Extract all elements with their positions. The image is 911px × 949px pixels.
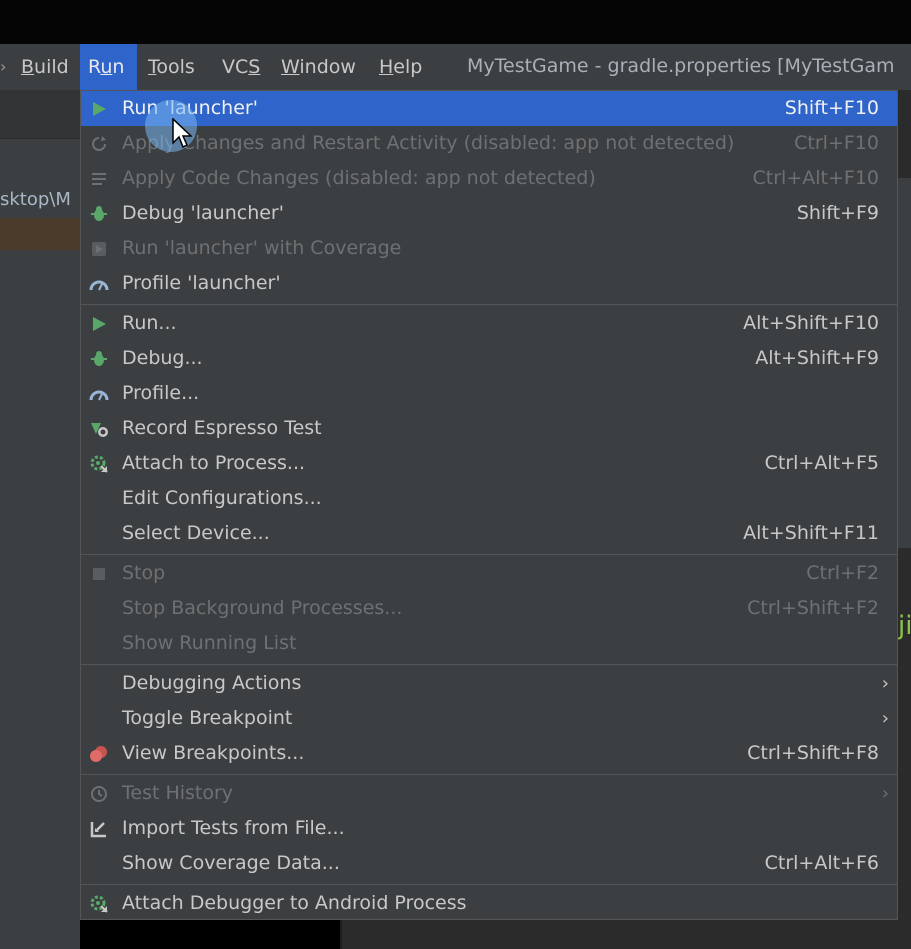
submenu-arrow-icon: › [881,783,889,804]
mouse-pointer-icon [172,118,193,149]
profile-icon [89,274,109,294]
menu-item-run-dots[interactable]: Run... Alt+Shift+F10 [81,306,897,341]
menu-item-stop-background[interactable]: Stop Background Processes... Ctrl+Shift+… [81,591,897,626]
bottom-editor-strip [340,920,911,949]
menu-separator [81,554,897,555]
menu-separator [81,304,897,305]
menu-item-debug-launcher[interactable]: Debug 'launcher' Shift+F9 [81,196,897,231]
submenu-arrow-icon: › [881,708,889,729]
menu-overflow-arrow: › [0,57,7,76]
menu-item-debug-dots[interactable]: Debug... Alt+Shift+F9 [81,341,897,376]
menu-help[interactable]: Help [371,44,430,90]
menu-item-select-device[interactable]: Select Device... Alt+Shift+F11 [81,516,897,551]
menu-item-show-coverage[interactable]: Show Coverage Data... Ctrl+Alt+F6 [81,846,897,881]
menu-item-attach-debugger[interactable]: Attach Debugger to Android Process [81,886,897,921]
menu-item-edit-configurations[interactable]: Edit Configurations... [81,481,897,516]
menu-item-attach-process[interactable]: Attach to Process... Ctrl+Alt+F5 [81,446,897,481]
profile-icon [89,384,109,404]
menu-item-toggle-breakpoint[interactable]: Toggle Breakpoint › [81,701,897,736]
espresso-icon [89,419,109,439]
attach-icon [89,454,109,474]
menu-separator [81,774,897,775]
menu-window[interactable]: Window [273,44,364,90]
menu-item-test-history[interactable]: Test History › [81,776,897,811]
right-panel-strip [898,178,911,548]
coverage-icon [89,239,109,259]
menu-item-record-espresso[interactable]: Record Espresso Test [81,411,897,446]
menu-item-profile-launcher[interactable]: Profile 'launcher' [81,266,897,301]
menu-vcs[interactable]: VCS [214,44,268,90]
menu-item-import-tests[interactable]: Import Tests from File... [81,811,897,846]
import-icon [89,819,109,839]
run-dropdown-menu: Run 'launcher' Shift+F10 Apply Changes a… [80,90,898,920]
attach-debugger-icon [89,894,109,914]
submenu-arrow-icon: › [881,673,889,694]
left-panel-path-text: sktop\M [0,183,80,217]
menu-item-run-launcher[interactable]: Run 'launcher' Shift+F10 [81,91,897,126]
menu-item-view-breakpoints[interactable]: View Breakpoints... Ctrl+Shift+F8 [81,736,897,771]
menu-item-show-running-list[interactable]: Show Running List [81,626,897,661]
breakpoints-icon [89,744,109,764]
debug-icon [89,349,109,369]
apply-code-icon [89,169,109,189]
left-panel-highlight-row [0,218,80,250]
apply-changes-icon [89,134,109,154]
screen-top-black-bar [0,0,911,44]
run-icon [89,314,109,334]
stop-icon [89,564,109,584]
menu-separator [81,664,897,665]
left-panel-toolbar [0,90,80,139]
menu-run[interactable]: Run [80,44,137,90]
right-panel-code-glyph: ji [898,611,911,641]
menu-separator [81,884,897,885]
menu-item-profile-dots[interactable]: Profile... [81,376,897,411]
menu-item-apply-changes-restart[interactable]: Apply Changes and Restart Activity (disa… [81,126,897,161]
menu-item-apply-code-changes[interactable]: Apply Code Changes (disabled: app not de… [81,161,897,196]
main-menu-bar: › Build Run Tools VCS Window Help MyTest… [0,44,911,91]
menu-tools[interactable]: Tools [140,44,203,90]
menu-item-run-with-coverage[interactable]: Run 'launcher' with Coverage [81,231,897,266]
run-icon [89,99,109,119]
history-icon [89,784,109,804]
menu-item-stop[interactable]: Stop Ctrl+F2 [81,556,897,591]
window-title: MyTestGame - gradle.properties [MyTestGa… [467,55,895,77]
menu-build[interactable]: Build [13,44,77,90]
debug-icon [89,204,109,224]
menu-item-debugging-actions[interactable]: Debugging Actions › [81,666,897,701]
